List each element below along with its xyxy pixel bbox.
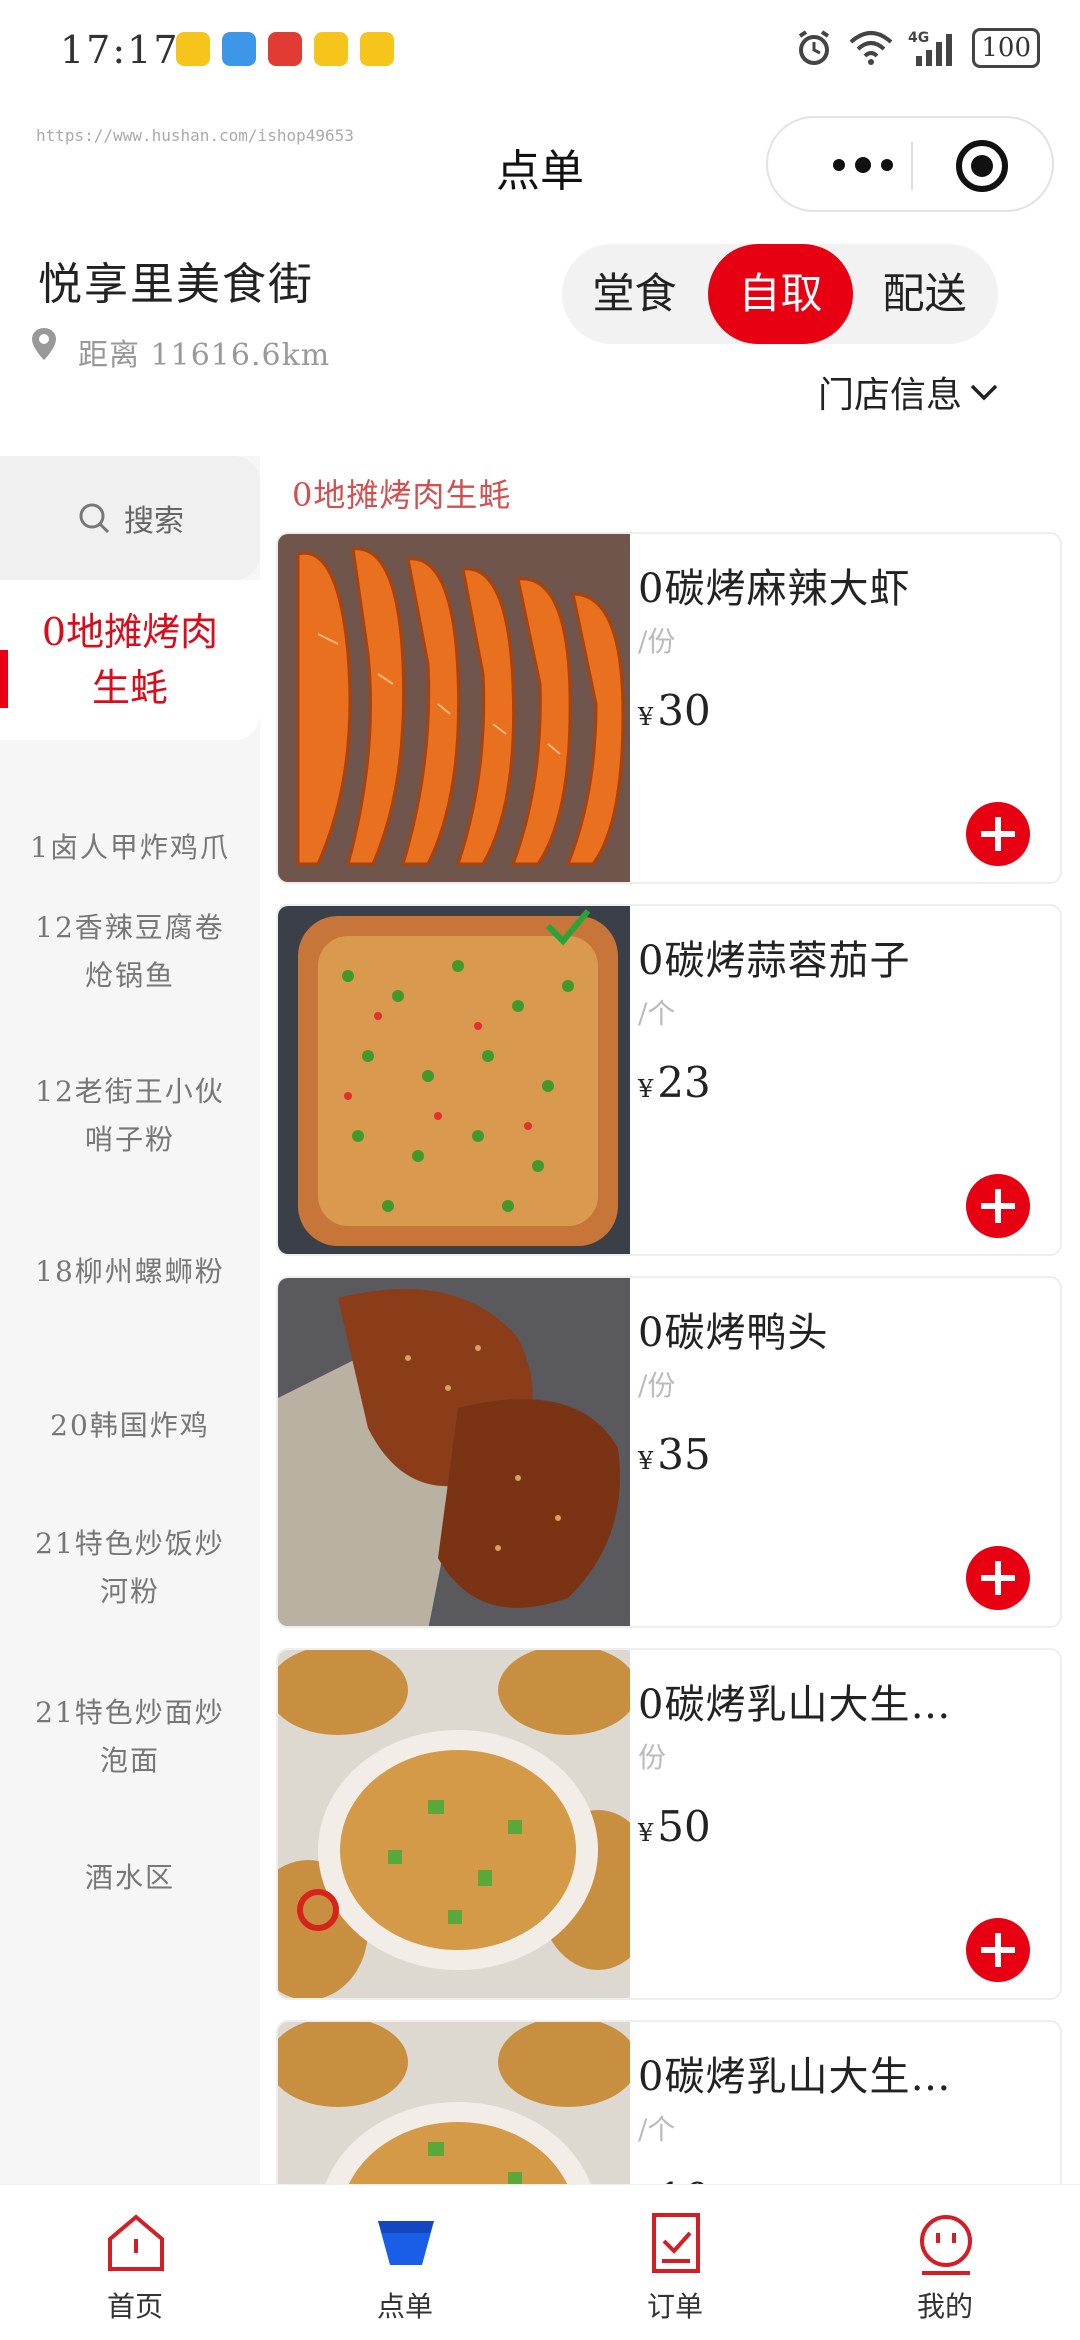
store-name: 悦享里美食街 bbox=[38, 259, 314, 310]
product-image-duck-head bbox=[278, 1278, 630, 1626]
cellular-signal-icon: 4G bbox=[908, 30, 953, 66]
category-item[interactable]: 18柳州螺蛳粉 bbox=[0, 1248, 260, 1296]
product-unit: /份 bbox=[638, 625, 676, 658]
alarm-icon bbox=[799, 30, 830, 65]
store-distance: 距离 11616.6km bbox=[78, 338, 331, 373]
product-image-grilled-oyster bbox=[278, 1650, 630, 1998]
active-category-indicator bbox=[0, 650, 8, 708]
section-title: 0地摊烤肉生蚝 bbox=[292, 476, 512, 514]
weather-icon bbox=[222, 32, 256, 66]
svg-text:4G: 4G bbox=[908, 30, 929, 46]
close-miniprogram-button[interactable] bbox=[956, 140, 1008, 192]
tab-label: 首页 bbox=[106, 2290, 163, 2323]
product-unit: /个 bbox=[638, 2113, 676, 2146]
category-item[interactable]: 酒水区 bbox=[0, 1854, 260, 1902]
tab-mine[interactable]: 我的 bbox=[810, 2185, 1080, 2340]
product-unit: /个 bbox=[638, 997, 676, 1030]
category-item[interactable]: 1卤人甲炸鸡爪 bbox=[0, 824, 260, 872]
store-info-label: 门店信息 bbox=[818, 375, 963, 416]
product-image-grilled-shrimp bbox=[278, 534, 630, 882]
weibo-icon bbox=[360, 32, 394, 66]
battery-indicator: 100 bbox=[972, 28, 1040, 68]
product-price: ¥35 bbox=[638, 1430, 711, 1479]
product-price: ¥30 bbox=[638, 686, 711, 735]
miniprogram-capsule bbox=[766, 116, 1054, 212]
huawei-icon bbox=[268, 32, 302, 66]
category-item[interactable]: 12老街王小伙哨子粉 bbox=[0, 1068, 260, 1164]
orders-list-icon bbox=[652, 2213, 700, 2273]
product-name: 0碳烤乳山大生… bbox=[638, 1682, 952, 1728]
category-item-active[interactable]: 0地摊烤肉生蚝 bbox=[0, 580, 260, 740]
add-to-cart-button[interactable] bbox=[966, 1918, 1030, 1982]
mode-pickup[interactable]: 自取 bbox=[708, 244, 853, 344]
product-unit: 份 bbox=[638, 1741, 667, 1774]
weibo-icon bbox=[314, 32, 348, 66]
tab-home[interactable]: 首页 bbox=[0, 2185, 270, 2340]
category-item[interactable]: 12香辣豆腐卷炝锅鱼 bbox=[0, 904, 260, 1000]
app-screen: 17:17 4G 100 https://www.hushan.com/isho… bbox=[0, 0, 1080, 2340]
product-name: 0碳烤鸭头 bbox=[638, 1310, 829, 1356]
search-button[interactable]: 搜索 bbox=[0, 456, 260, 580]
status-time: 17:17 bbox=[60, 28, 180, 72]
category-item[interactable]: 21特色炒面炒泡面 bbox=[0, 1689, 260, 1785]
location-pin-icon bbox=[32, 328, 56, 360]
profile-face-icon bbox=[920, 2215, 972, 2275]
product-name: 0碳烤乳山大生… bbox=[638, 2054, 952, 2100]
product-card[interactable]: 0碳烤鸭头 /份 ¥35 bbox=[276, 1276, 1062, 1628]
category-item[interactable]: 21特色炒饭炒河粉 bbox=[0, 1520, 260, 1616]
search-label: 搜索 bbox=[124, 504, 184, 539]
category-item[interactable]: 20韩国炸鸡 bbox=[0, 1402, 260, 1450]
product-unit: /份 bbox=[638, 1369, 676, 1402]
status-indicators: 4G 100 bbox=[794, 28, 1040, 68]
product-card[interactable]: 0碳烤乳山大生… 份 ¥50 bbox=[276, 1648, 1062, 2000]
product-image-garlic-eggplant bbox=[278, 906, 630, 1254]
store-info-button[interactable]: 门店信息 bbox=[818, 366, 1002, 418]
bottom-tab-bar: 首页 点单 订单 我的 bbox=[0, 2184, 1080, 2340]
add-to-cart-button[interactable] bbox=[966, 802, 1030, 866]
tab-label: 我的 bbox=[916, 2290, 973, 2323]
search-icon bbox=[79, 503, 110, 534]
tab-orders[interactable]: 订单 bbox=[540, 2185, 810, 2340]
tab-order-menu[interactable]: 点单 bbox=[270, 2185, 540, 2340]
product-name: 0碳烤蒜蓉茄子 bbox=[638, 938, 911, 984]
category-sidebar: 搜索 0地摊烤肉生蚝 1卤人甲炸鸡爪 12香辣豆腐卷炝锅鱼 12老街王小伙哨子粉… bbox=[0, 456, 260, 2184]
order-cup-icon bbox=[378, 2221, 434, 2265]
more-menu-button[interactable] bbox=[808, 140, 918, 190]
order-mode-switch: 堂食 自取 配送 bbox=[562, 244, 998, 344]
capsule-divider bbox=[911, 142, 913, 190]
weibo-icon bbox=[176, 32, 210, 66]
tab-label: 点单 bbox=[376, 2290, 433, 2323]
home-icon bbox=[108, 2214, 164, 2271]
wifi-icon bbox=[850, 31, 893, 65]
product-card[interactable]: 0碳烤蒜蓉茄子 /个 ¥23 bbox=[276, 904, 1062, 1256]
product-price: ¥23 bbox=[638, 1058, 711, 1107]
product-card[interactable]: 0碳烤麻辣大虾 /份 ¥30 bbox=[276, 532, 1062, 884]
mode-delivery[interactable]: 配送 bbox=[852, 244, 997, 344]
tab-label: 订单 bbox=[646, 2290, 703, 2323]
add-to-cart-button[interactable] bbox=[966, 1174, 1030, 1238]
status-bar: 17:17 4G 100 bbox=[0, 0, 1080, 100]
add-to-cart-button[interactable] bbox=[966, 1546, 1030, 1610]
mode-dine-in[interactable]: 堂食 bbox=[562, 244, 707, 344]
product-name: 0碳烤麻辣大虾 bbox=[638, 566, 911, 612]
chevron-down-icon bbox=[970, 384, 998, 401]
product-price: ¥50 bbox=[638, 1802, 711, 1851]
